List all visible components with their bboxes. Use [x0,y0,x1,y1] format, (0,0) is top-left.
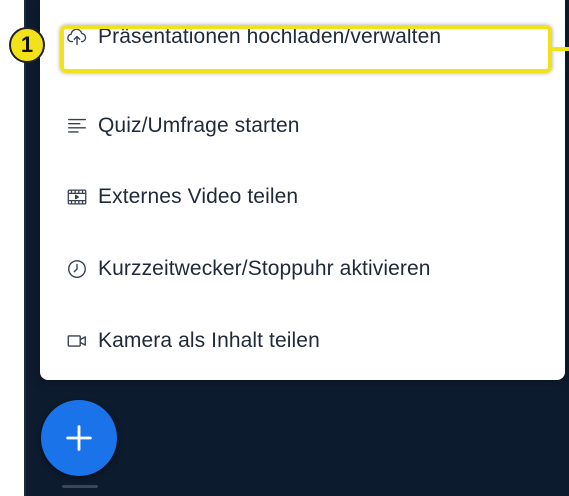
menu-item-share-external-video[interactable]: Externes Video teilen [40,162,565,232]
clock-icon [66,258,88,280]
add-action-button[interactable] [41,400,117,476]
video-camera-icon [66,330,88,352]
menu-item-share-camera[interactable]: Kamera als Inhalt teilen [40,306,565,376]
video-film-icon [66,186,88,208]
plus-icon [62,421,96,455]
poll-list-icon [66,115,88,137]
fab-indicator [62,485,98,488]
menu-item-label: Kurzzeitwecker/Stoppuhr aktivieren [98,257,431,280]
callout-line [552,47,569,51]
highlight-frame [60,25,552,73]
menu-item-label: Externes Video teilen [98,185,299,208]
menu-item-activate-timer[interactable]: Kurzzeitwecker/Stoppuhr aktivieren [40,234,565,304]
menu-item-label: Quiz/Umfrage starten [98,114,300,137]
menu-item-start-quiz[interactable]: Quiz/Umfrage starten [40,91,565,161]
menu-item-label: Kamera als Inhalt teilen [98,329,320,352]
step-number-badge: 1 [9,27,45,63]
